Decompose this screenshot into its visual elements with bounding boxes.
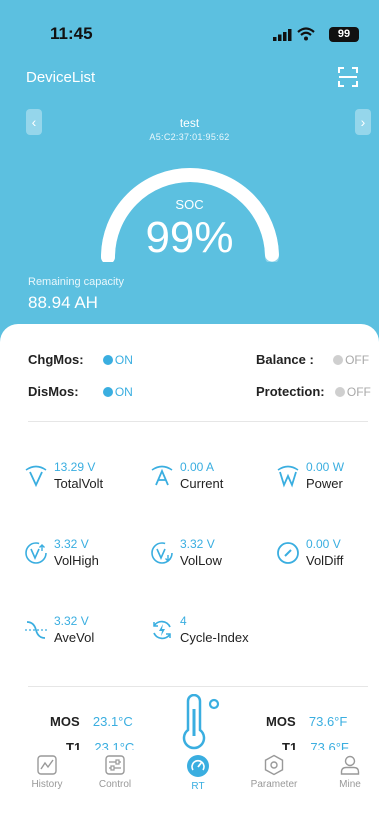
cycle-index-name: Cycle-Index xyxy=(180,630,249,645)
balance-dot-icon xyxy=(333,355,344,365)
voldiff-name: VolDiff xyxy=(306,553,344,568)
totalvolt-value: 13.29 V xyxy=(54,460,96,474)
protection-status[interactable]: Protection: OFF xyxy=(256,384,371,399)
chart-icon xyxy=(37,755,57,775)
voltage-icon xyxy=(25,465,47,488)
protection-dot-icon xyxy=(334,387,345,397)
current-name: Current xyxy=(180,476,224,491)
hexagon-gear-icon xyxy=(264,754,284,776)
volhigh-name: VolHigh xyxy=(54,553,99,568)
chgmos-status[interactable]: ChgMos: ON xyxy=(28,352,133,367)
dismos-state: ON xyxy=(114,385,133,399)
device-list-link[interactable]: DeviceList xyxy=(26,69,95,86)
protection-label: Protection: xyxy=(256,384,325,399)
metric-volhigh: 3.32 V VolHigh xyxy=(24,537,144,577)
mos-temp-value: 23.1°C xyxy=(92,714,133,729)
metric-cycle-index: 4 Cycle-Index xyxy=(150,614,270,654)
sliders-icon xyxy=(105,755,125,775)
divider xyxy=(28,686,368,687)
protection-state: OFF xyxy=(346,385,371,399)
totalvolt-name: TotalVolt xyxy=(54,476,104,491)
device-mac: A5:C2:37:01:95:62 xyxy=(149,132,230,142)
chgmos-label: ChgMos: xyxy=(28,352,84,367)
nav-mine[interactable]: Mine xyxy=(320,754,379,790)
status-time: 11:45 xyxy=(50,24,93,43)
header-panel: 11:45 99 DeviceList ‹ › test A5:C2:37:01… xyxy=(0,0,379,345)
average-voltage-icon xyxy=(25,621,47,639)
metric-totalvolt: 13.29 V TotalVolt xyxy=(24,460,144,500)
wifi-icon xyxy=(297,27,315,41)
gauge-icon xyxy=(187,755,209,777)
voldiff-value: 0.00 V xyxy=(306,537,341,551)
mos-temp-fahrenheit: MOS 73.6°F xyxy=(266,714,347,729)
balance-state: OFF xyxy=(345,353,370,367)
balance-status[interactable]: Balance : OFF xyxy=(256,352,369,367)
nav-rt-label: RT xyxy=(191,781,205,792)
vollow-value: 3.32 V xyxy=(180,537,215,551)
metric-vollow: 3.32 V VolLow xyxy=(150,537,270,577)
current-icon xyxy=(151,465,173,486)
metric-voldiff: 0.00 V VolDiff xyxy=(276,537,379,577)
soc-label: SOC xyxy=(175,197,204,212)
metric-avevol: 3.32 V AveVol xyxy=(24,614,144,654)
cycle-icon xyxy=(153,620,171,640)
metric-power: 0.00 W Power xyxy=(276,460,379,500)
device-name: test xyxy=(179,116,200,130)
vollow-name: VolLow xyxy=(180,553,222,568)
dismos-label: DisMos: xyxy=(28,384,79,399)
nav-parameter[interactable]: Parameter xyxy=(244,754,304,790)
avevol-value: 3.32 V xyxy=(54,614,89,628)
cycle-index-value: 4 xyxy=(180,614,187,628)
voltage-low-icon xyxy=(151,542,173,564)
divider xyxy=(28,421,368,422)
soc-value: 99% xyxy=(145,213,234,262)
bottom-nav: History Control RT Parameter Mine xyxy=(0,750,379,815)
volhigh-value: 3.32 V xyxy=(54,537,89,551)
voltage-diff-icon xyxy=(277,542,299,564)
nav-rt[interactable]: RT xyxy=(168,754,228,792)
metric-current: 0.00 A Current xyxy=(150,460,270,500)
power-icon xyxy=(277,465,299,488)
mos-temp-label: MOS xyxy=(266,714,296,729)
battery-indicator: 99 xyxy=(329,27,359,42)
user-icon xyxy=(340,755,360,775)
mos-temp-label: MOS xyxy=(50,714,80,729)
dismos-dot-icon xyxy=(102,387,113,397)
power-name: Power xyxy=(306,476,343,491)
mos-temp-celsius: MOS 23.1°C xyxy=(50,714,133,729)
voltage-high-icon xyxy=(25,542,47,564)
chgmos-dot-icon xyxy=(102,355,113,365)
nav-mine-label: Mine xyxy=(339,779,361,790)
nav-parameter-label: Parameter xyxy=(250,779,298,790)
chgmos-state: ON xyxy=(114,353,133,367)
power-value: 0.00 W xyxy=(306,460,345,474)
dismos-status[interactable]: DisMos: ON xyxy=(28,384,133,399)
remaining-capacity-label: Remaining capacity xyxy=(28,276,124,288)
thermometer-icon xyxy=(182,694,220,750)
balance-label: Balance : xyxy=(256,352,314,367)
current-value: 0.00 A xyxy=(180,460,215,474)
nav-control[interactable]: Control xyxy=(85,754,145,790)
mos-temp-value: 73.6°F xyxy=(308,714,348,729)
nav-control-label: Control xyxy=(98,779,132,790)
avevol-name: AveVol xyxy=(54,630,95,645)
scan-icon[interactable] xyxy=(337,66,359,88)
cellular-signal-icon xyxy=(273,29,292,41)
remaining-capacity-value: 88.94 AH xyxy=(28,293,98,312)
nav-history-label: History xyxy=(31,779,63,790)
nav-history[interactable]: History xyxy=(17,754,77,790)
status-bar: 11:45 99 xyxy=(0,24,379,46)
